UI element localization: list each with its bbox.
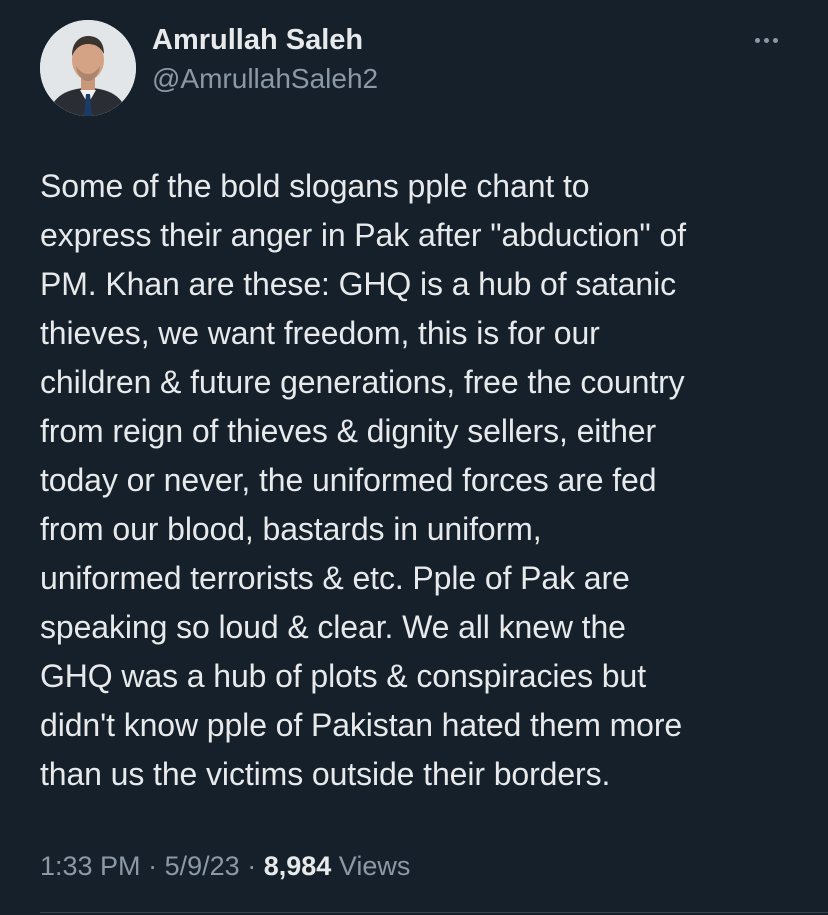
tweet-text: Some of the bold slogans pple chant to e… (40, 168, 686, 792)
tweet: Amrullah Saleh @AmrullahSaleh2 Some of t… (0, 0, 828, 915)
profile-photo-icon (40, 20, 136, 116)
meta-separator: · (148, 851, 158, 881)
divider (40, 912, 828, 913)
more-horizontal-icon-dot (763, 37, 769, 43)
views-count: 8,984 (263, 851, 332, 881)
more-options-button[interactable] (746, 28, 786, 52)
tweet-time[interactable]: 1:33 PM (40, 851, 141, 881)
author-display-name[interactable]: Amrullah Saleh (152, 23, 363, 57)
author-handle[interactable]: @AmrullahSaleh2 (152, 63, 378, 95)
tweet-metadata: 1:33 PM · 5/9/23 · 8,984 Views (40, 848, 410, 884)
more-horizontal-icon (754, 37, 760, 43)
views-label: Views (338, 851, 411, 881)
meta-separator: · (247, 851, 257, 881)
more-horizontal-icon-dot (772, 37, 778, 43)
tweet-date[interactable]: 5/9/23 (165, 851, 240, 881)
avatar[interactable] (40, 20, 136, 116)
